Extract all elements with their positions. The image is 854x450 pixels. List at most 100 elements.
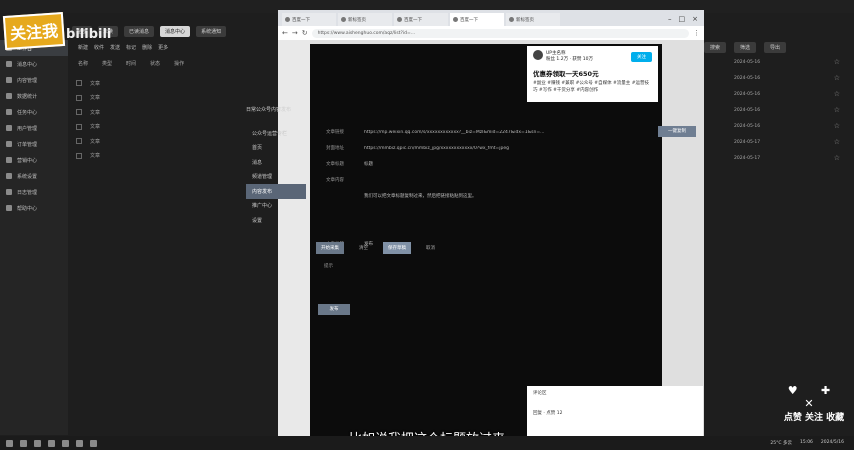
content-text[interactable]: 我们可以把文章标题复制过来，然后把链接粘贴到这里。 — [364, 193, 477, 199]
form-row — [326, 204, 696, 220]
star-icon[interactable]: ☆ — [834, 106, 840, 114]
browser-tab-active[interactable]: 百度一下 — [450, 13, 504, 26]
sidebar-item-label: 营销中心 — [17, 157, 38, 164]
table-row[interactable]: 2024-05-16 ☆ — [704, 118, 854, 134]
star-icon[interactable]: ☆ — [834, 74, 840, 82]
sidebar-item[interactable]: 营销中心 — [0, 152, 68, 168]
cancel-button[interactable]: 取消 — [421, 242, 440, 254]
save-draft-button[interactable]: 保存草稿 — [383, 242, 411, 254]
site-nav-item-active[interactable]: 内容发布 — [246, 184, 306, 199]
table-row[interactable]: 2024-05-16 ☆ — [704, 70, 854, 86]
site-nav-item[interactable]: 首页 — [246, 141, 306, 156]
row-checkbox[interactable] — [76, 94, 82, 101]
star-icon[interactable]: ☆ — [834, 58, 840, 66]
row-checkbox[interactable] — [76, 123, 82, 130]
right-panel-button[interactable]: 导出 — [764, 41, 787, 53]
sidebar-item[interactable]: 帮助中心 — [0, 200, 68, 216]
sidebar-icon — [6, 93, 12, 99]
row-checkbox[interactable] — [76, 109, 82, 116]
video-tags[interactable]: #副业 #赚钱 #兼职 #公众号 #自媒体 #流量主 #运营技巧 #写作 #干货… — [533, 80, 652, 94]
filter-item[interactable]: 类型 — [102, 60, 112, 67]
site-nav-item[interactable]: 公众号运营专栏 — [246, 126, 306, 141]
comment-header: 评论区 — [533, 391, 547, 396]
maximize-icon[interactable]: □ — [679, 15, 686, 23]
form-label: 文章链接 — [326, 130, 344, 135]
site-nav-item[interactable]: 设置 — [246, 213, 306, 228]
form-row: 文章标题 标题 — [326, 156, 696, 172]
sidebar-item-label: 帮助中心 — [17, 205, 38, 212]
article-url-field[interactable]: https://mp.weixin.qq.com/s/xxxxxxxxxxxx?… — [364, 130, 544, 135]
clock-time[interactable]: 15:06 — [800, 440, 813, 446]
app-icon[interactable] — [76, 439, 83, 447]
profile-card: UP主名称 粉丝 1.2万 · 获赞 10万 关注 优惠券领取一天650元 #副… — [527, 46, 658, 102]
site-nav-item[interactable]: 消息 — [246, 155, 306, 170]
favicon-icon — [509, 17, 514, 22]
follow-button[interactable]: 关注 — [631, 52, 652, 62]
sidebar-item[interactable]: 用户管理 — [0, 120, 68, 136]
sidebar-item[interactable]: 数据统计 — [0, 88, 68, 104]
star-icon[interactable]: ☆ — [834, 138, 840, 146]
list-item[interactable]: 文章 — [76, 76, 276, 91]
cover-url-field[interactable]: https://mmbiz.qpic.cn/mmbiz_jpg/xxxxxxxx… — [364, 146, 509, 151]
list-item[interactable]: 文章 — [76, 91, 276, 106]
star-icon[interactable]: ☆ — [834, 122, 840, 130]
back-icon[interactable]: ← — [282, 29, 288, 37]
table-row[interactable]: 2024-05-17 ☆ — [704, 134, 854, 150]
site-nav-item[interactable]: 频道管理 — [246, 170, 306, 185]
sidebar-item[interactable]: 任务中心 — [0, 104, 68, 120]
browser-tab[interactable]: 新标签页 — [506, 13, 560, 26]
copy-button[interactable]: 一键复制 — [658, 126, 696, 137]
filter-item[interactable]: 操作 — [174, 60, 184, 67]
right-panel-button[interactable]: 搜索 — [704, 41, 727, 53]
title-field[interactable]: 标题 — [364, 161, 373, 167]
right-panel-button[interactable]: 筛选 — [734, 41, 757, 53]
close-icon[interactable]: × — [692, 15, 698, 23]
filter-item[interactable]: 时间 — [126, 60, 136, 67]
browser-tab[interactable]: 新标签页 — [338, 13, 392, 26]
site-nav-item[interactable]: 推广中心 — [246, 199, 306, 214]
collect-button[interactable]: 开始采集 — [316, 242, 344, 254]
row-checkbox[interactable] — [76, 152, 82, 159]
weather-text[interactable]: 25°C 多云 — [770, 440, 792, 446]
star-icon[interactable]: ☆ — [834, 154, 840, 162]
sidebar-item[interactable]: 消息中心 — [0, 56, 68, 72]
forward-icon[interactable]: → — [292, 29, 298, 37]
taskview-icon[interactable] — [34, 439, 41, 447]
top-button[interactable]: 系统通知 — [196, 25, 227, 37]
form-row: 封面地址 https://mmbiz.qpic.cn/mmbiz_jpg/xxxx… — [326, 140, 696, 156]
filter-row: 名称 类型 时间 状态 操作 — [78, 60, 184, 67]
publish-button[interactable]: 发布 — [318, 304, 350, 315]
minimize-icon[interactable]: – — [668, 15, 672, 23]
app-icon[interactable] — [48, 439, 55, 447]
video-headline[interactable]: 优惠券领取一天650元 — [533, 68, 652, 78]
row-checkbox[interactable] — [76, 138, 82, 145]
sidebar-item[interactable]: 系统设置 — [0, 168, 68, 184]
app-icon[interactable] — [62, 439, 69, 447]
browser-tab[interactable]: 百度一下 — [282, 13, 336, 26]
avatar[interactable] — [533, 50, 543, 60]
star-icon[interactable]: ☆ — [834, 90, 840, 98]
sidebar-item[interactable]: 内容管理 — [0, 72, 68, 88]
sidebar-item[interactable]: 日志管理 — [0, 184, 68, 200]
clock-date[interactable]: 2024/5/16 — [821, 440, 844, 446]
sidebar-item[interactable]: 订单管理 — [0, 136, 68, 152]
sidebar-icon — [6, 205, 12, 211]
comment-actions[interactable]: 回复 · 点赞 12 — [533, 410, 697, 416]
more-icon[interactable]: ⋮ — [693, 29, 700, 37]
search-icon[interactable] — [20, 439, 27, 447]
start-icon[interactable] — [6, 439, 13, 447]
sticker-text: 点赞 关注 收藏 — [783, 413, 845, 423]
app-icon[interactable] — [90, 439, 97, 447]
table-row[interactable]: 2024-05-16 ☆ — [704, 54, 854, 70]
reload-icon[interactable]: ↻ — [302, 29, 308, 37]
url-input[interactable]: https://www.aishenghuo.com/aqz/list?id=.… — [311, 28, 689, 38]
table-row[interactable]: 2024-05-16 ☆ — [704, 86, 854, 102]
filter-item[interactable]: 状态 — [150, 60, 160, 67]
table-row[interactable]: 2024-05-17 ☆ — [704, 150, 854, 166]
filter-item[interactable]: 名称 — [78, 60, 88, 67]
table-row[interactable]: 2024-05-16 ☆ — [704, 102, 854, 118]
row-checkbox[interactable] — [76, 80, 82, 87]
browser-tab[interactable]: 百度一下 — [394, 13, 448, 26]
form-label: 封面地址 — [326, 146, 344, 151]
clear-button[interactable]: 清空 — [354, 242, 373, 254]
